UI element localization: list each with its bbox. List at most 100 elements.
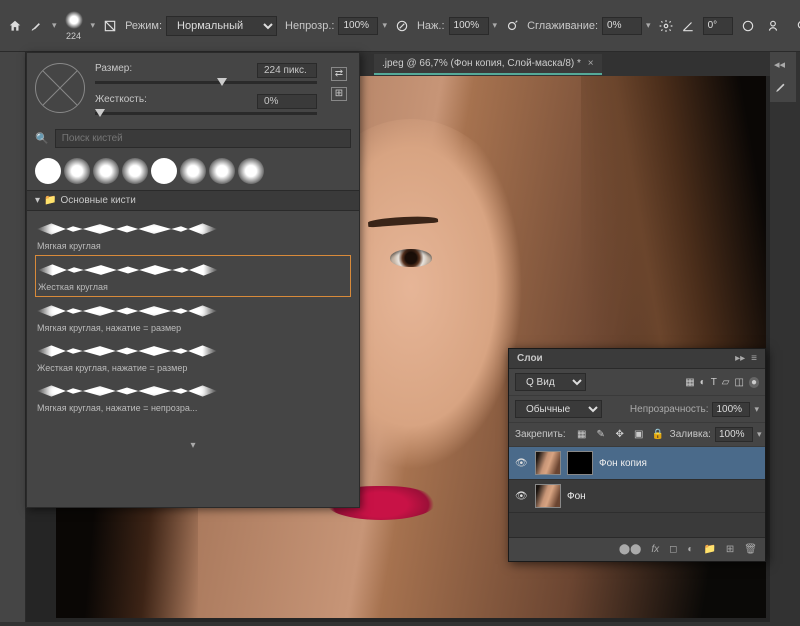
layer-item[interactable]: 👁 Фон — [509, 480, 765, 513]
hardness-value[interactable]: 0% — [257, 94, 317, 109]
opacity-label: Непрозрачность: — [630, 404, 709, 415]
layer-item[interactable]: 👁 Фон копия — [509, 447, 765, 480]
blend-mode-select[interactable]: Обычные — [515, 400, 602, 418]
brush-swatch[interactable] — [209, 158, 235, 184]
brush-swatch[interactable] — [151, 158, 177, 184]
chevron-down-icon[interactable]: ▾ — [382, 20, 387, 31]
document-tab[interactable]: .jpeg @ 66,7% (Фон копия, Слой-маска/8) … — [374, 54, 602, 75]
brush-swatch[interactable] — [122, 158, 148, 184]
airbrush-icon[interactable] — [505, 16, 519, 36]
add-mask-icon[interactable]: ◻ — [669, 544, 677, 555]
layer-name[interactable]: Фон копия — [599, 458, 647, 469]
opacity-input[interactable] — [338, 17, 378, 35]
chevron-down-icon[interactable]: ▾ — [646, 20, 651, 31]
chevron-down-icon[interactable]: ▾ — [757, 429, 762, 440]
lock-artboard-icon[interactable]: ▣ — [632, 429, 646, 440]
brush-sliders: Размер: 224 пикс. Жесткость: 0% — [95, 63, 317, 115]
lock-icons: ▦ ✎ ✥ ▣ 🔒 — [575, 429, 665, 440]
brush-list-item[interactable]: Мягкая круглая, нажатие = размер — [35, 297, 351, 337]
brush-swatch[interactable] — [238, 158, 264, 184]
collapse-icon[interactable]: ▸▸ — [735, 353, 745, 364]
brush-list: Мягкая круглая Жесткая круглая Мягкая кр… — [27, 211, 359, 455]
brush-preset-picker[interactable]: 224 — [65, 11, 83, 41]
lock-position-icon[interactable]: ✥ — [613, 429, 627, 440]
layer-fx-icon[interactable]: fx — [651, 544, 659, 555]
chevron-down-icon[interactable]: ▾ — [754, 404, 759, 415]
blend-opacity-row: Обычные Непрозрачность: ▾ — [509, 396, 765, 423]
size-track[interactable] — [95, 81, 317, 84]
layer-name[interactable]: Фон — [567, 491, 586, 502]
filter-type-select[interactable]: Q Вид — [515, 373, 586, 391]
brush-list-item[interactable]: Мягкая круглая — [35, 215, 351, 255]
layer-thumbnail[interactable] — [535, 484, 561, 508]
smoothing-control: Сглаживание: ▾ — [527, 17, 651, 35]
toolbox-left[interactable] — [0, 52, 26, 622]
filter-toggle-icon[interactable]: ● — [749, 377, 759, 388]
brush-tool-icon[interactable] — [30, 16, 44, 36]
filter-shape-icon[interactable]: ▱ — [722, 377, 730, 388]
scroll-down-icon[interactable]: ▾ — [190, 440, 195, 451]
close-icon[interactable]: × — [588, 58, 594, 69]
flow-label: Наж.: — [417, 20, 445, 32]
mask-thumbnail[interactable] — [567, 451, 593, 475]
lock-all-icon[interactable]: 🔒 — [651, 429, 665, 440]
filter-pixel-icon[interactable]: ▦ — [685, 377, 694, 388]
chevron-down-icon[interactable]: ▾ — [52, 20, 57, 31]
angle-input[interactable] — [703, 17, 733, 35]
brush-swatch[interactable] — [180, 158, 206, 184]
flow-input[interactable] — [449, 17, 489, 35]
lock-paint-icon[interactable]: ✎ — [594, 429, 608, 440]
size-label: Размер: — [95, 63, 132, 78]
hardness-track[interactable] — [95, 112, 317, 115]
angle-icon[interactable] — [681, 16, 695, 36]
mode-select[interactable]: Нормальный — [166, 16, 277, 36]
visibility-icon[interactable]: 👁 — [515, 458, 529, 469]
flip-x-icon[interactable]: ⇄ — [331, 67, 347, 81]
lock-transparency-icon[interactable]: ▦ — [575, 429, 589, 440]
panel-strip-right: ◂◂ — [770, 52, 796, 102]
panel-menu-icon[interactable]: ≡ — [751, 353, 757, 364]
brush-panel-icon[interactable] — [774, 79, 792, 96]
search-icon[interactable] — [793, 16, 800, 36]
link-layers-icon[interactable]: ⬤⬤ — [619, 544, 641, 555]
delete-layer-icon[interactable]: 🗑 — [744, 544, 757, 555]
chevron-down-icon[interactable]: ▾ — [493, 20, 498, 31]
filter-icons: ▦ ◐ T ▱ ◫ ● — [685, 377, 759, 388]
brush-list-item[interactable]: Мягкая круглая, нажатие = непрозра... — [35, 377, 351, 417]
visibility-icon[interactable]: 👁 — [515, 491, 529, 502]
brush-stroke-preview — [38, 260, 218, 280]
layer-list: 👁 Фон копия 👁 Фон — [509, 447, 765, 537]
fill-label: Заливка: — [670, 429, 711, 440]
brush-swatch[interactable] — [64, 158, 90, 184]
cloud-icon[interactable] — [763, 16, 783, 36]
gear-icon[interactable] — [659, 16, 673, 36]
chevron-down-icon[interactable]: ▾ — [91, 20, 96, 31]
collapse-icon[interactable]: ◂◂ — [774, 58, 792, 71]
smoothing-input[interactable] — [602, 17, 642, 35]
new-group-icon[interactable]: 📁 — [703, 544, 715, 555]
brush-list-item[interactable]: Жесткая круглая, нажатие = размер — [35, 337, 351, 377]
brush-list-item[interactable]: Жесткая круглая — [35, 255, 351, 297]
filter-type-icon[interactable]: T — [711, 377, 717, 388]
new-layer-icon[interactable]: ⊞ — [726, 544, 734, 555]
size-value[interactable]: 224 пикс. — [257, 63, 317, 78]
home-icon[interactable] — [8, 16, 22, 36]
layer-opacity-input[interactable] — [712, 402, 750, 417]
filter-smart-icon[interactable]: ◫ — [735, 377, 744, 388]
hardness-slider: Жесткость: 0% — [95, 94, 317, 115]
pressure-size-icon[interactable] — [741, 16, 755, 36]
fill-input[interactable] — [715, 427, 753, 442]
brush-settings-icon[interactable] — [103, 16, 117, 36]
brush-swatch[interactable] — [93, 158, 119, 184]
brush-search-input[interactable] — [55, 129, 351, 148]
brush-angle-control[interactable] — [35, 63, 85, 113]
brush-size-readout: 224 — [66, 31, 81, 41]
new-preset-icon[interactable]: ⊞ — [331, 87, 347, 101]
folder-name: Основные кисти — [60, 195, 135, 206]
layer-thumbnail[interactable] — [535, 451, 561, 475]
filter-adjust-icon[interactable]: ◐ — [700, 377, 706, 388]
adjustment-layer-icon[interactable]: ◐ — [687, 544, 693, 555]
brush-folder-header[interactable]: ▾ 📁 Основные кисти — [27, 190, 359, 211]
pressure-opacity-icon[interactable] — [395, 16, 409, 36]
brush-swatch[interactable] — [35, 158, 61, 184]
